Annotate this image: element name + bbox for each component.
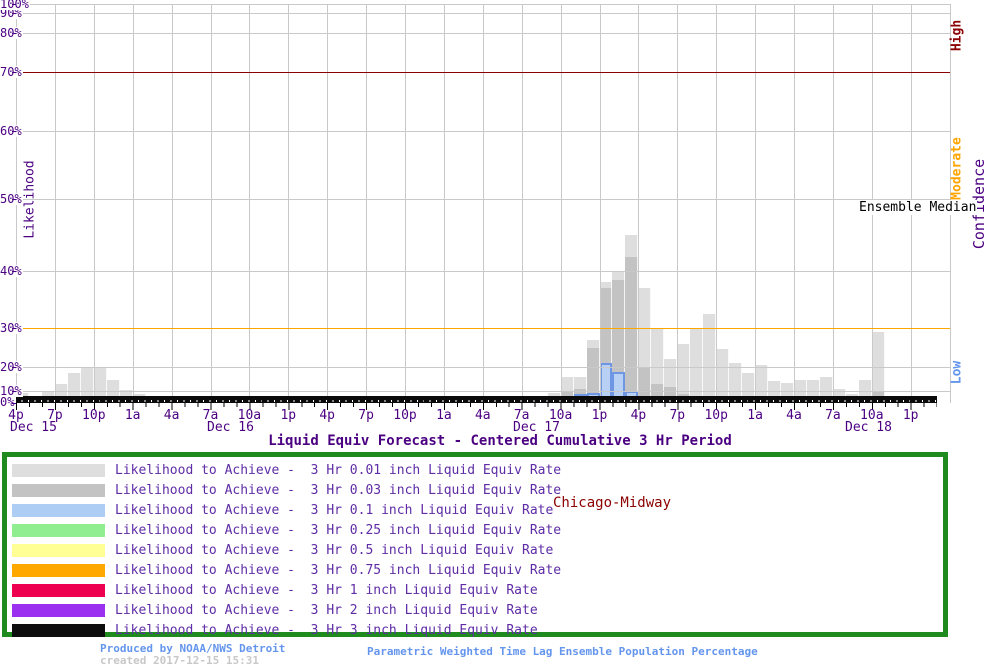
legend-rows: Likelihood to Achieve - 3 Hr 0.01 inch L… xyxy=(7,460,943,640)
gridline-vertical xyxy=(716,4,718,403)
gridline-vertical xyxy=(405,4,406,403)
gridline-vertical xyxy=(677,4,679,403)
legend-label: Likelihood to Achieve - 3 Hr 0.03 inch L… xyxy=(115,482,562,498)
legend-swatch xyxy=(12,523,105,537)
legend-row: Likelihood to Achieve - 3 Hr 0.75 inch L… xyxy=(12,560,943,580)
x-tick-label: 4p xyxy=(630,408,647,423)
legend-swatch xyxy=(12,503,105,517)
gridline-vertical xyxy=(249,4,251,403)
legend-row: Likelihood to Achieve - 3 Hr 0.1 inch Li… xyxy=(12,500,943,520)
legend-row: Likelihood to Achieve - 3 Hr 3 inch Liqu… xyxy=(12,620,943,640)
station-label: Chicago-Midway xyxy=(553,495,672,511)
gridline-vertical xyxy=(93,4,95,403)
x-tick-label: 4a xyxy=(786,408,802,423)
x-tick-label: 4a xyxy=(474,408,491,423)
x-tick-label: 1p xyxy=(902,408,919,423)
gridline-vertical xyxy=(327,4,329,403)
x-tick-label: 10p xyxy=(704,408,728,423)
gridline-vertical xyxy=(443,4,445,403)
legend-label: Likelihood to Achieve - 3 Hr 0.5 inch Li… xyxy=(115,542,554,558)
legend-swatch xyxy=(12,543,105,557)
moderate-confidence-line xyxy=(16,328,950,329)
y-tick-mark xyxy=(12,72,16,73)
gridline-vertical xyxy=(794,4,795,403)
legend-label: Likelihood to Achieve - 3 Hr 3 inch Liqu… xyxy=(115,622,538,638)
gridline-vertical xyxy=(755,4,757,403)
x-tick-label: 1a xyxy=(747,408,763,423)
legend-row: Likelihood to Achieve - 3 Hr 2 inch Liqu… xyxy=(12,600,943,620)
confidence-high-label: High xyxy=(949,19,965,52)
gridline-vertical xyxy=(482,4,484,403)
legend-swatch xyxy=(12,583,105,597)
likelihood-bar xyxy=(716,349,729,403)
x-tick-label: 1a xyxy=(436,408,452,423)
y-tick-mark xyxy=(12,271,16,272)
ensemble-median-label: Ensemble Median xyxy=(858,200,978,215)
gridline-vertical xyxy=(599,4,601,403)
legend-label: Likelihood to Achieve - 3 Hr 0.75 inch L… xyxy=(115,562,562,578)
legend-label: Likelihood to Achieve - 3 Hr 0.25 inch L… xyxy=(115,522,562,538)
legend-row: Likelihood to Achieve - 3 Hr 1 inch Liqu… xyxy=(12,580,943,600)
x-tick-label: 7p xyxy=(358,408,374,423)
legend-row: Likelihood to Achieve - 3 Hr 0.03 inch L… xyxy=(12,480,943,500)
gridline-vertical xyxy=(288,4,290,403)
gridline-vertical xyxy=(832,4,834,403)
gridline-vertical xyxy=(171,4,173,403)
legend-row: Likelihood to Achieve - 3 Hr 0.5 inch Li… xyxy=(12,540,943,560)
x-tick-label: 1p xyxy=(280,408,297,423)
legend-row: Likelihood to Achieve - 3 Hr 0.25 inch L… xyxy=(12,520,943,540)
method-caption: Parametric Weighted Time Lag Ensemble Po… xyxy=(367,645,758,658)
x-tick-label: 1p xyxy=(591,408,608,423)
high-confidence-line xyxy=(16,72,950,73)
x-tick-label: 4p xyxy=(319,408,336,423)
y-tick-mark xyxy=(12,402,16,404)
confidence-low-label: Low xyxy=(949,360,965,385)
gridline-vertical xyxy=(132,4,134,403)
legend-swatch xyxy=(12,623,105,637)
x-axis-halfhour-dashes xyxy=(16,400,937,402)
y-tick-mark xyxy=(12,328,16,329)
gridline-vertical xyxy=(521,4,523,403)
y-tick-mark xyxy=(12,367,16,368)
forecast-chart-page: 0% 10% 20% 30% 40% 50% 60% 70% 80% 90% 100% 4p 7p 10p… xyxy=(0,0,1000,670)
legend-swatch xyxy=(12,563,105,577)
legend-box: Likelihood to Achieve - 3 Hr 0.01 inch L… xyxy=(2,452,948,640)
gridline-vertical xyxy=(210,4,212,403)
gridline-vertical xyxy=(54,4,56,403)
y-tick-label: 100% xyxy=(0,0,30,11)
gridline-vertical xyxy=(638,4,640,403)
legend-swatch xyxy=(12,603,105,617)
legend-swatch xyxy=(12,463,105,477)
y-tick-mark xyxy=(12,391,16,392)
legend-label: Likelihood to Achieve - 3 Hr 1 inch Liqu… xyxy=(115,582,538,598)
legend-label: Likelihood to Achieve - 3 Hr 0.1 inch Li… xyxy=(115,502,554,518)
x-tick-label: 4a xyxy=(163,408,180,423)
x-tick-label: 1a xyxy=(124,408,141,423)
y-tick-mark xyxy=(12,131,16,132)
chart-title: Liquid Equiv Forecast - Centered Cumulat… xyxy=(268,433,732,449)
legend-swatch xyxy=(12,483,105,497)
gridline-vertical xyxy=(560,4,562,403)
y-tick-mark xyxy=(12,199,16,200)
legend-row: Likelihood to Achieve - 3 Hr 0.01 inch L… xyxy=(12,460,943,480)
legend-label: Likelihood to Achieve - 3 Hr 2 inch Liqu… xyxy=(115,602,538,618)
plot-area: 0% 10% 20% 30% 40% 50% 60% 70% 80% 90% 100% 4p 7p 10p… xyxy=(0,0,1000,450)
y-tick-mark xyxy=(12,13,16,14)
x-tick-label: 10p xyxy=(82,408,106,423)
y-axis-title: Likelihood xyxy=(22,160,38,239)
legend-label: Likelihood to Achieve - 3 Hr 0.01 inch L… xyxy=(115,462,562,478)
created-timestamp: created 2017-12-15 15:31 xyxy=(100,654,259,667)
y-tick-mark xyxy=(12,4,16,5)
likelihood-bar xyxy=(625,256,638,403)
x-tick-label: 7p xyxy=(669,408,686,423)
gridline-vertical xyxy=(366,4,368,403)
x-tick-label: 10p xyxy=(393,408,417,423)
y-tick-mark xyxy=(12,33,16,34)
